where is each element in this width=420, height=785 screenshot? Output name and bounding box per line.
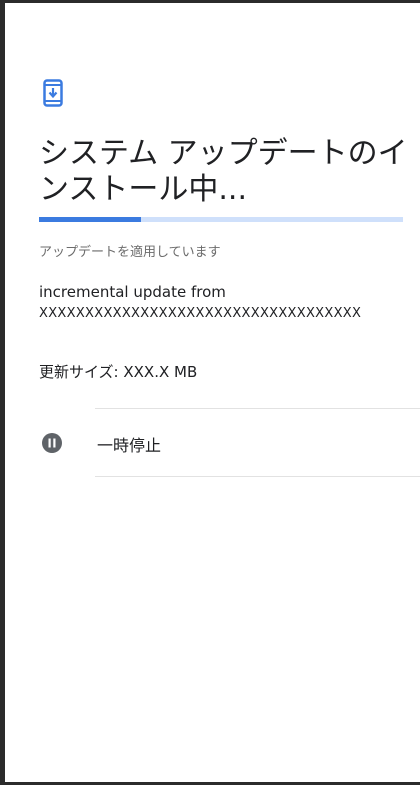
update-progress-bar [39,217,403,222]
update-description: incremental update from [39,283,226,301]
page-title: システム アップデートのインストール中... [39,136,408,207]
status-text: アップデートを適用しています [39,245,221,260]
update-id: XXXXXXXXXXXXXXXXXXXXXXXXXXXXXXXXXXX [39,306,362,321]
pause-label: 一時停止 [97,436,162,455]
pause-button[interactable]: 一時停止 [10,410,420,476]
system-update-icon [43,79,63,107]
divider-bottom [95,476,420,477]
update-details: incremental update from XXXXXXXXXXXXXXXX… [39,282,419,324]
screen-frame: システム アップデートのインストール中... アップデートを適用しています in… [0,0,420,785]
update-size: 更新サイズ: XXX.X MB [39,363,198,381]
pause-icon [42,433,62,453]
update-progress-fill [39,217,141,222]
divider-top [95,408,420,409]
